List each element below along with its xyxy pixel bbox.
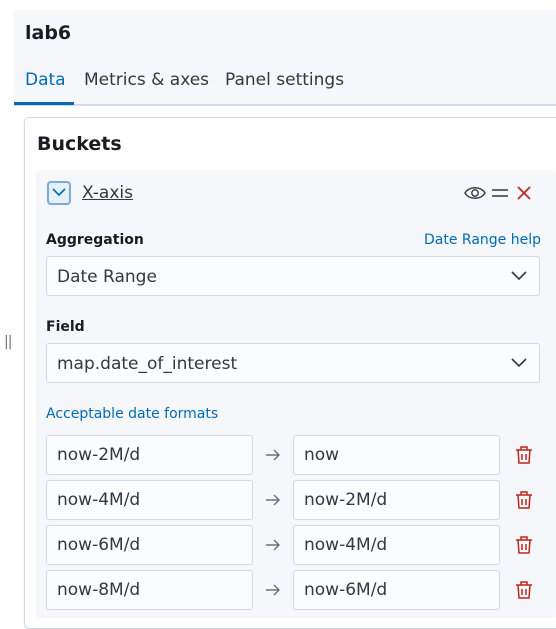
tab-data[interactable]: Data — [25, 70, 66, 100]
range-to-input[interactable] — [293, 570, 500, 610]
range-from-input[interactable] — [46, 435, 253, 475]
trash-icon[interactable] — [514, 580, 534, 600]
trash-icon[interactable] — [514, 445, 534, 465]
aggregation-title[interactable]: X-axis — [82, 183, 133, 203]
range-from-input[interactable] — [46, 480, 253, 520]
tab-panel-settings[interactable]: Panel settings — [225, 70, 344, 100]
buckets-title: Buckets — [37, 133, 122, 155]
field-select[interactable]: map.date_of_interest — [46, 343, 540, 383]
arrow-right-icon — [266, 584, 280, 596]
arrow-right-icon — [266, 449, 280, 461]
date-range-help-link[interactable]: Date Range help — [424, 232, 541, 248]
arrow-right-icon — [266, 539, 280, 551]
range-to-input[interactable] — [293, 435, 500, 475]
page-title: lab6 — [25, 22, 72, 44]
chevron-down-icon — [52, 188, 66, 197]
trash-icon[interactable] — [514, 535, 534, 555]
tab-bar: Data Metrics & axes Panel settings — [14, 70, 556, 106]
field-label: Field — [46, 319, 85, 335]
tab-bar-border — [14, 104, 556, 106]
range-to-input[interactable] — [293, 525, 500, 565]
drag-handle-icon[interactable] — [492, 187, 508, 199]
eye-icon[interactable] — [464, 185, 486, 201]
range-from-input[interactable] — [46, 525, 253, 565]
aggregation-select[interactable]: Date Range — [46, 256, 540, 296]
arrow-right-icon — [266, 494, 280, 506]
active-tab-indicator — [14, 102, 74, 105]
range-from-input[interactable] — [46, 570, 253, 610]
aggregation-select-value: Date Range — [57, 267, 157, 287]
acceptable-date-formats-link[interactable]: Acceptable date formats — [46, 406, 218, 422]
range-to-input[interactable] — [293, 480, 500, 520]
tab-metrics-axes[interactable]: Metrics & axes — [84, 70, 209, 100]
chevron-down-icon — [511, 358, 527, 368]
collapse-toggle-button[interactable] — [47, 181, 71, 205]
resize-handle-icon[interactable]: || — [4, 334, 13, 350]
aggregation-label: Aggregation — [46, 232, 144, 248]
field-select-value: map.date_of_interest — [57, 354, 238, 374]
trash-icon[interactable] — [514, 490, 534, 510]
chevron-down-icon — [511, 271, 527, 281]
close-icon[interactable] — [516, 185, 532, 201]
